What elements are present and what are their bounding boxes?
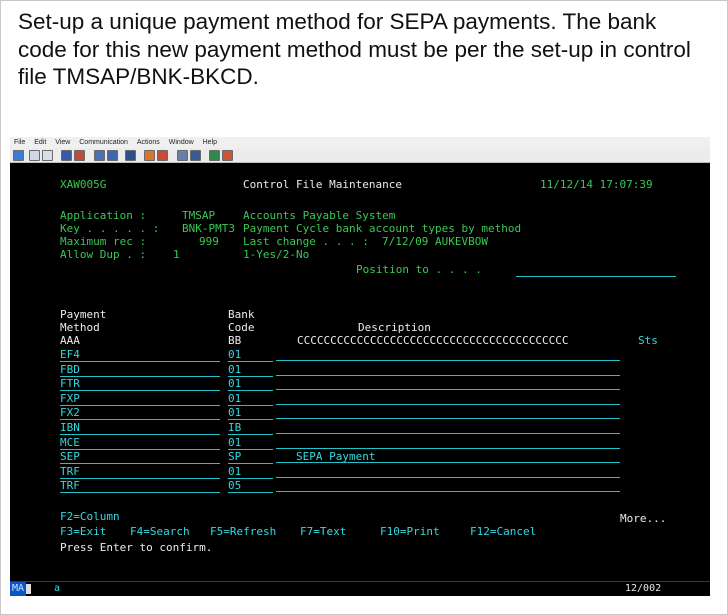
status-bar: MA a 12/002 xyxy=(10,581,710,596)
application-value: TMSAP xyxy=(182,209,216,222)
position-to-input[interactable] xyxy=(516,263,676,277)
bank-code-field[interactable]: IB xyxy=(228,421,273,435)
f2-column-key[interactable]: F2=Column xyxy=(60,510,120,523)
description-field[interactable] xyxy=(276,479,620,492)
menu-actions[interactable]: Actions xyxy=(137,137,160,148)
f7-text-key[interactable]: F7=Text xyxy=(300,525,346,538)
bank-code-field[interactable]: 01 xyxy=(228,392,273,406)
payment-method-header-1: Payment xyxy=(60,308,107,321)
mode-indicator: MA xyxy=(10,582,26,596)
payment-method-field[interactable]: TRF xyxy=(60,465,220,479)
screen-datetime: 11/12/14 17:07:39 xyxy=(540,178,653,191)
description-field[interactable] xyxy=(276,392,620,405)
bank-code-field[interactable]: 05 xyxy=(228,479,273,493)
play-macro-icon[interactable] xyxy=(107,150,118,161)
payment-method-header-2: Method xyxy=(60,321,100,334)
bank-code-field[interactable]: 01 xyxy=(228,377,273,391)
key-value: BNK-PMT3 xyxy=(182,222,235,235)
bank-code-header-1: Bank xyxy=(228,308,255,321)
menu-view[interactable]: View xyxy=(55,137,70,148)
settings-icon[interactable] xyxy=(157,150,168,161)
paste-icon[interactable] xyxy=(42,150,53,161)
key-label: Key . . . . . : xyxy=(60,222,160,235)
new-session-icon[interactable] xyxy=(13,150,24,161)
f12-cancel-key[interactable]: F12=Cancel xyxy=(470,525,536,538)
description-field[interactable] xyxy=(276,348,620,361)
menu-communication[interactable]: Communication xyxy=(79,137,128,148)
allow-dup-value: 1 xyxy=(173,248,180,261)
confirm-message: Press Enter to confirm. xyxy=(60,541,213,554)
payment-method-field[interactable]: MCE xyxy=(60,436,220,450)
allow-dup-label: Allow Dup . : xyxy=(60,248,147,261)
receive-icon[interactable] xyxy=(74,150,85,161)
allow-dup-description: 1-Yes/2-No xyxy=(243,248,310,261)
description-field[interactable] xyxy=(276,406,620,419)
status-header: Sts xyxy=(638,334,658,347)
bank-code-field[interactable]: 01 xyxy=(228,436,273,450)
f3-exit-key[interactable]: F3=Exit xyxy=(60,525,106,538)
payment-method-field[interactable]: IBN xyxy=(60,421,220,435)
bank-code-field[interactable]: 01 xyxy=(228,406,273,420)
max-records-label: Maximum rec : xyxy=(60,235,147,248)
payment-method-field[interactable]: SEP xyxy=(60,450,220,464)
menu-help[interactable]: Help xyxy=(203,137,217,148)
keyboard-icon[interactable] xyxy=(144,150,155,161)
program-id: XAW005G xyxy=(60,178,107,191)
last-change-value: 7/12/09 AUKEVBOW xyxy=(382,235,488,248)
bank-code-field[interactable]: 01 xyxy=(228,465,273,479)
description-field[interactable] xyxy=(276,436,620,449)
instruction-text: Set-up a unique payment method for SEPA … xyxy=(18,9,691,90)
connect-icon[interactable] xyxy=(209,150,220,161)
bank-code-field[interactable]: 01 xyxy=(228,363,273,377)
screen-title: Control File Maintenance xyxy=(243,178,402,191)
macro-icon[interactable] xyxy=(94,150,105,161)
f10-print-key[interactable]: F10=Print xyxy=(380,525,440,538)
bank-code-field[interactable]: SP xyxy=(228,450,273,464)
terminal-screen[interactable]: XAW005G Control File Maintenance 11/12/1… xyxy=(10,163,710,581)
send-icon[interactable] xyxy=(61,150,72,161)
copy-icon[interactable] xyxy=(29,150,40,161)
menu-window[interactable]: Window xyxy=(169,137,194,148)
description-field[interactable] xyxy=(276,421,620,434)
payment-method-field[interactable]: TRF xyxy=(60,479,220,493)
payment-method-field[interactable]: FBD xyxy=(60,363,220,377)
emulator-toolbar xyxy=(10,148,710,163)
max-records-value: 999 xyxy=(199,235,219,248)
description-pattern: CCCCCCCCCCCCCCCCCCCCCCCCCCCCCCCCCCCCCCCC… xyxy=(297,334,569,347)
payment-method-field[interactable]: FTR xyxy=(60,377,220,391)
description-field[interactable] xyxy=(276,465,620,478)
payment-method-field[interactable]: FX2 xyxy=(60,406,220,420)
description-field[interactable]: SEPA Payment xyxy=(276,450,620,463)
print-icon[interactable] xyxy=(125,150,136,161)
application-description: Accounts Payable System xyxy=(243,209,396,222)
transfer-icon[interactable] xyxy=(190,150,201,161)
f4-search-key[interactable]: F4=Search xyxy=(130,525,190,538)
emulator-menubar: File Edit View Communication Actions Win… xyxy=(10,137,710,148)
menu-file[interactable]: File xyxy=(14,137,25,148)
description-header: Description xyxy=(358,321,431,334)
method-pattern: AAA xyxy=(60,334,80,347)
description-field[interactable] xyxy=(276,377,620,390)
last-change-label: Last change . . . : xyxy=(243,235,369,248)
session-letter: a xyxy=(54,583,61,594)
payment-method-field[interactable]: FXP xyxy=(60,392,220,406)
application-label: Application : xyxy=(60,209,147,222)
code-pattern: BB xyxy=(228,334,242,347)
cursor-block xyxy=(26,584,31,594)
key-description: Payment Cycle bank account types by meth… xyxy=(243,222,522,235)
bank-code-header-2: Code xyxy=(228,321,255,334)
more-indicator: More... xyxy=(620,512,667,525)
f5-refresh-key[interactable]: F5=Refresh xyxy=(210,525,276,538)
description-field[interactable] xyxy=(276,363,620,376)
cursor-position: 12/002 xyxy=(625,583,662,594)
bank-code-field[interactable]: 01 xyxy=(228,348,273,362)
payment-method-field[interactable]: EF4 xyxy=(60,348,220,362)
help-icon[interactable] xyxy=(222,150,233,161)
position-to-label: Position to . . . . xyxy=(356,263,482,276)
display-icon[interactable] xyxy=(177,150,188,161)
menu-edit[interactable]: Edit xyxy=(34,137,46,148)
